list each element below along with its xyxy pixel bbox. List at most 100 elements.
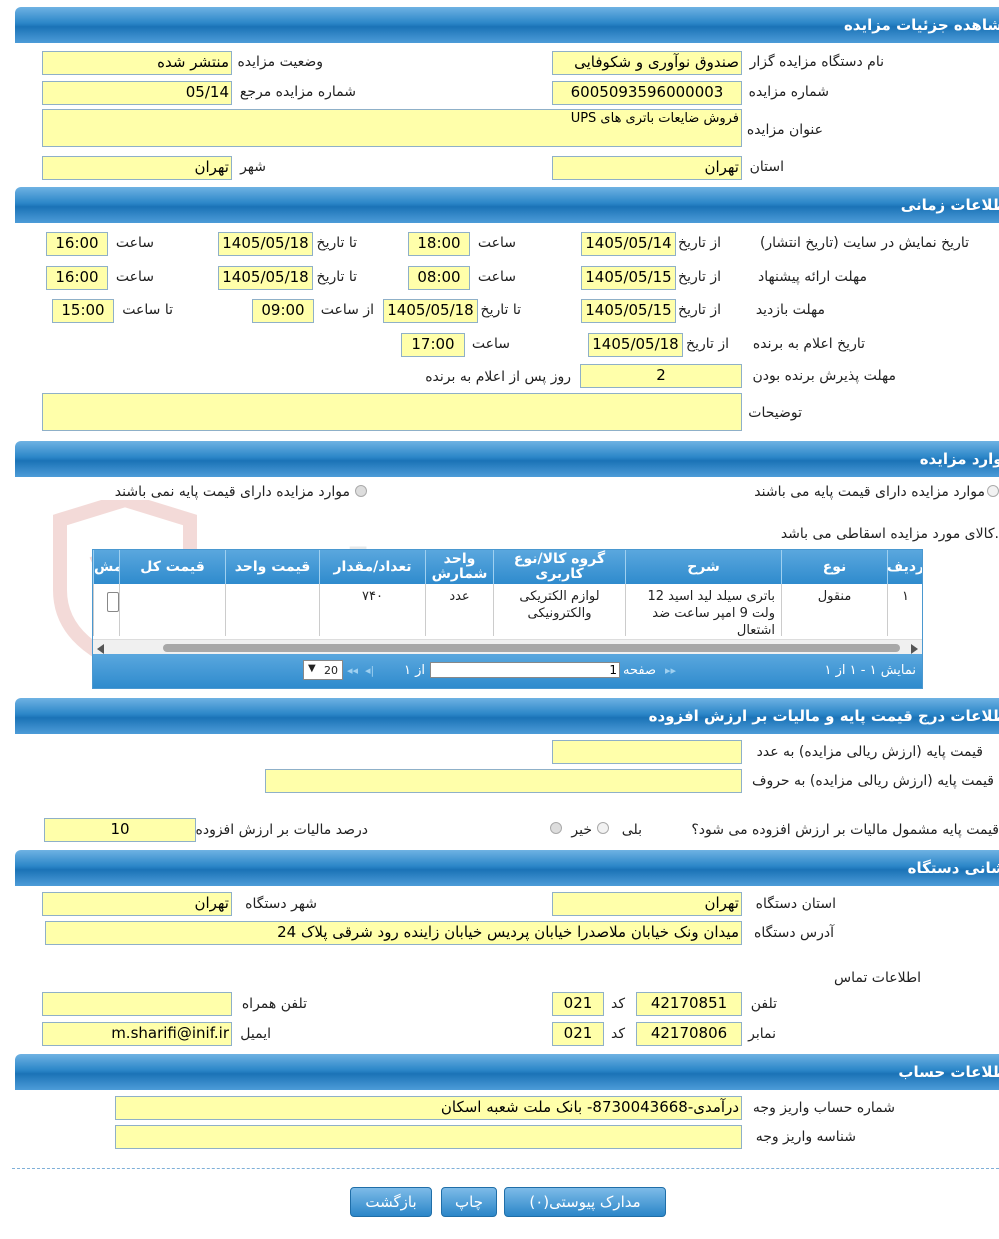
vat-yes-label: بلی — [621, 822, 642, 838]
city-field[interactable]: تهران — [42, 156, 232, 180]
display-from-time[interactable]: 18:00 — [408, 232, 470, 256]
org-city-label: شهر دستگاه — [245, 896, 317, 912]
email-field[interactable]: m.sharifi@inif.ir — [42, 1022, 232, 1046]
base-text-field[interactable] — [265, 769, 742, 793]
scroll-thumb[interactable] — [163, 644, 900, 652]
page-size-select[interactable]: ▼ 20 — [303, 660, 343, 680]
pager-of: از ۱ — [404, 663, 426, 678]
col-group: گروه کالا/نوع کاربری — [493, 550, 625, 584]
number-field[interactable]: 6005093596000003 — [552, 81, 742, 105]
cell-group: لوازم الکتریکی والکترونیکی — [493, 584, 625, 636]
from-date-label: از تاریخ — [678, 269, 721, 285]
number-label: شماره مزایده — [748, 84, 829, 100]
vat-pct-label: درصد مالیات بر ارزش افزوده — [195, 822, 369, 838]
offer-from-time[interactable]: 08:00 — [408, 266, 470, 290]
announce-label: تاریخ اعلام به برنده — [752, 336, 865, 352]
ref-field[interactable]: 05/14 — [42, 81, 232, 105]
cell-unit-price — [225, 584, 319, 636]
org-field[interactable]: صندوق نوآوری و شکوفایی — [552, 51, 742, 75]
org-city-field[interactable]: تهران — [42, 892, 232, 916]
ref-label: شماره مزایده مرجع — [239, 84, 356, 100]
visit-from-time[interactable]: 09:00 — [252, 299, 314, 323]
to-hour-label: تا ساعت — [122, 302, 173, 318]
scroll-left-icon[interactable] — [97, 644, 104, 654]
attachments-button[interactable]: مدارک پیوستی(۰) — [504, 1187, 666, 1217]
offer-from-date[interactable]: 1405/05/15 — [581, 266, 676, 290]
announce-time[interactable]: 17:00 — [401, 333, 465, 357]
scrap-note: کالای مورد مزایده اسقاطی می باشد. — [780, 526, 999, 542]
fax-label: نمابر — [748, 1026, 776, 1042]
col-unit: واحد شمارش — [425, 550, 493, 584]
notes-field[interactable] — [42, 393, 742, 431]
divider — [12, 1168, 999, 1169]
chevron-down-icon: ▼ — [308, 663, 316, 674]
section-title: اطلاعات زمانی — [900, 196, 999, 214]
status-field[interactable]: منتشر شده — [42, 51, 232, 75]
col-type: نوع — [781, 550, 887, 584]
phone-field[interactable]: 42170851 — [636, 992, 742, 1016]
vat-pct-field[interactable]: 10 — [44, 818, 196, 842]
status-label: وضعیت مزایده — [237, 54, 323, 70]
fax-field[interactable]: 42170806 — [636, 1022, 742, 1046]
payment-id-field[interactable] — [115, 1125, 742, 1149]
cell-qty: ۷۴۰ — [319, 584, 425, 636]
col-row: ردیف — [887, 550, 922, 584]
org-province-field[interactable]: تهران — [552, 892, 742, 916]
display-from-date[interactable]: 1405/05/14 — [581, 232, 676, 256]
cell-row: ۱ — [887, 584, 922, 636]
scroll-right-icon[interactable] — [911, 644, 918, 654]
print-button[interactable]: چاپ — [441, 1187, 497, 1217]
org-address-field[interactable]: میدان ونک خیابان ملاصدرا خیابان پردیس خی… — [45, 921, 742, 945]
hour-label: ساعت — [115, 269, 154, 285]
notes-label: توضیحات — [748, 405, 802, 421]
section-header-details: مشاهده جزئیات مزایده — [15, 7, 999, 43]
offer-to-date[interactable]: 1405/05/18 — [218, 266, 313, 290]
province-field[interactable]: تهران — [552, 156, 742, 180]
email-label: ایمیل — [240, 1026, 271, 1042]
title-field[interactable]: فروش ضایعات باتری های UPS — [42, 109, 742, 147]
base-num-field[interactable] — [552, 740, 742, 764]
base-num-label: قیمت پایه (ارزش ریالی مزایده) به عدد — [756, 744, 983, 760]
page-size-value: 20 — [324, 664, 338, 677]
items-grid: ردیف نوع شرح گروه کالا/نوع کاربری واحد ش… — [92, 549, 923, 689]
offer-label: مهلت ارائه پیشنهاد — [758, 269, 867, 285]
from-date-label: از تاریخ — [678, 235, 721, 251]
radio-has-base-label: موارد مزایده دارای قیمت پایه می باشند — [754, 484, 985, 500]
radio-has-base-price[interactable] — [987, 485, 999, 497]
page-input[interactable]: 1 — [430, 662, 620, 678]
org-label: نام دستگاه مزایده گزار — [749, 54, 884, 70]
hour-label: ساعت — [471, 336, 510, 352]
contact-label: اطلاعات تماس — [834, 970, 921, 986]
visit-from-date[interactable]: 1405/05/15 — [581, 299, 676, 323]
display-to-date[interactable]: 1405/05/18 — [218, 232, 313, 256]
visit-to-time[interactable]: 15:00 — [52, 299, 114, 323]
visit-label: مهلت بازدید — [755, 302, 825, 318]
from-date-label: از تاریخ — [686, 336, 729, 352]
pager-first-icon[interactable]: ▸▸ — [665, 664, 676, 677]
from-hour-label: از ساعت — [320, 302, 374, 318]
phone-code-field[interactable]: 021 — [552, 992, 604, 1016]
pager-page-label: صفحه — [623, 663, 656, 678]
section-header-pricing: اطلاعات درج قیمت پایه و مالیات بر ارزش ا… — [15, 698, 999, 734]
code-label: کد — [610, 1026, 625, 1042]
title-label: عنوان مزایده — [746, 122, 823, 138]
radio-vat-yes[interactable] — [597, 822, 609, 834]
detail-button[interactable] — [107, 592, 119, 612]
mobile-field[interactable] — [42, 992, 232, 1016]
accept-days-field[interactable]: 2 — [580, 364, 742, 388]
section-title: اطلاعات درج قیمت پایه و مالیات بر ارزش ا… — [648, 707, 999, 725]
announce-from-date[interactable]: 1405/05/18 — [588, 333, 683, 357]
visit-to-date[interactable]: 1405/05/18 — [383, 299, 478, 323]
display-to-time[interactable]: 16:00 — [46, 232, 108, 256]
radio-vat-no[interactable] — [550, 822, 562, 834]
pager-next-icon[interactable]: ◂◂ ◂| — [347, 664, 374, 677]
col-unit-price: قیمت واحد — [225, 550, 319, 584]
fax-code-field[interactable]: 021 — [552, 1022, 604, 1046]
offer-to-time[interactable]: 16:00 — [46, 266, 108, 290]
radio-no-base-price[interactable] — [355, 485, 367, 497]
account-field[interactable]: درآمدی-8730043668- بانک ملت شعبه اسکان — [115, 1096, 742, 1120]
back-button[interactable]: بازگشت — [350, 1187, 432, 1217]
section-header-account: اطلاعات حساب — [15, 1054, 999, 1090]
cell-unit: عدد — [425, 584, 493, 636]
vat-no-label: خیر — [571, 822, 592, 838]
